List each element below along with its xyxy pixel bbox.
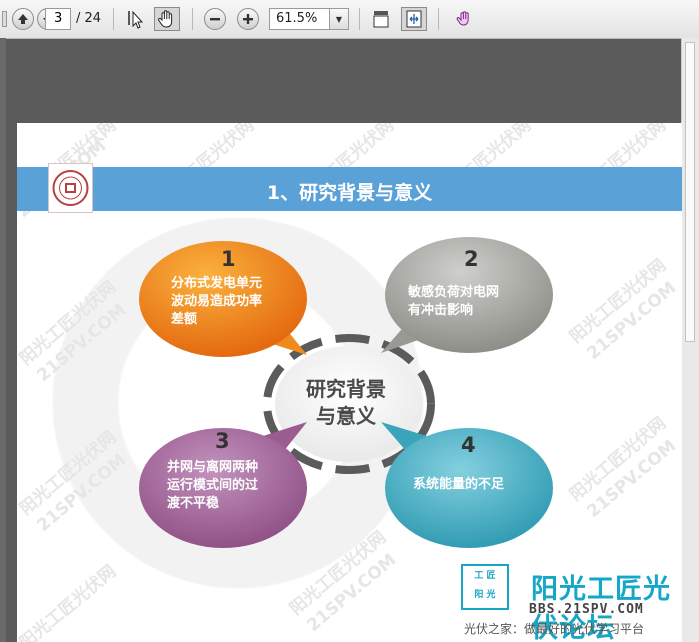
fit-width-button[interactable] [401,7,427,31]
hand-icon [158,10,173,28]
university-logo [48,163,93,213]
item-line: 渡不平稳 [167,496,220,511]
item-text: 分布式发电单元 波动易造成功率 差额 [171,275,262,329]
text-cursor-arrow-icon [128,10,144,29]
previous-page-button[interactable] [11,7,35,31]
minus-icon [210,18,220,21]
toolbar-grip [0,7,8,31]
hand-tool-button[interactable] [154,7,180,31]
item-text: 系统能量的不足 [413,476,504,494]
zoom-value: 61.5% [276,11,318,26]
item-number: 4 [461,433,476,457]
zoom-select[interactable]: 61.5% ▼ [269,8,349,30]
select-tool-button[interactable] [124,7,148,31]
slide-title: 1、研究背景与意义 [266,182,433,204]
fit-page-icon [373,11,389,28]
item-text: 敏感负荷对电网 有冲击影响 [408,284,499,320]
item-line: 运行模式间的过 [167,478,259,493]
title-banner: 1、研究背景与意义 [17,167,682,211]
center-line: 研究背景 [306,377,386,401]
vertical-scrollbar[interactable] [681,38,699,642]
item-number: 3 [215,429,230,453]
toolbar-separator [359,8,360,30]
left-panel-edge[interactable] [0,38,6,642]
brand-stamp: 工 匠 阳 光 [461,564,509,610]
item-line: 系统能量的不足 [413,477,505,492]
item-line: 差额 [171,312,198,327]
item-line: 敏感负荷对电网 [408,285,500,300]
touch-hand-icon [456,11,469,26]
stamp-line: 阳 光 [474,590,496,600]
zoom-out-button[interactable] [203,7,227,31]
grip-icon [1,11,7,27]
page-number-value: 3 [54,11,63,26]
seal-icon [52,170,89,206]
toolbar-separator [438,8,439,30]
zoom-in-button[interactable] [236,7,260,31]
page-number-input[interactable]: 3 [45,8,71,30]
pdf-page: 阳光工匠光伏网 阳光工匠光伏网 阳光工匠光伏网 阳光工匠光伏网 阳光工匠光伏网 … [17,123,682,642]
item-number: 1 [221,247,236,271]
item-number: 2 [464,247,479,271]
watermark-text: 阳光工匠光伏网 [17,561,121,642]
item-line: 波动易造成功率 [171,294,263,309]
page-total: / 24 [76,11,102,26]
command-bar: 3 / 24 61.5% ▼ [0,0,699,39]
item-line: 并网与离网两种 [167,460,259,475]
fit-page-button[interactable] [369,7,393,31]
toolbar-separator [192,8,193,30]
item-text: 并网与离网两种 运行模式间的过 渡不平稳 [167,459,258,513]
chevron-down-icon[interactable]: ▼ [329,9,348,29]
read-mode-button[interactable] [453,7,477,31]
item-line: 有冲击影响 [408,303,474,318]
scrollbar-thumb[interactable] [685,42,695,342]
brand-url: BBS.21SPV.COM [529,602,644,617]
item-line: 分布式发电单元 [171,276,263,291]
fit-width-icon [406,10,422,28]
stamp-line: 工 匠 [474,571,496,581]
toolbar-separator [113,8,114,30]
plus-icon [243,14,253,24]
arrow-up-icon [18,14,28,24]
brand-slogan: 光伏之家：做最好的光伏学习平台 [464,622,645,636]
